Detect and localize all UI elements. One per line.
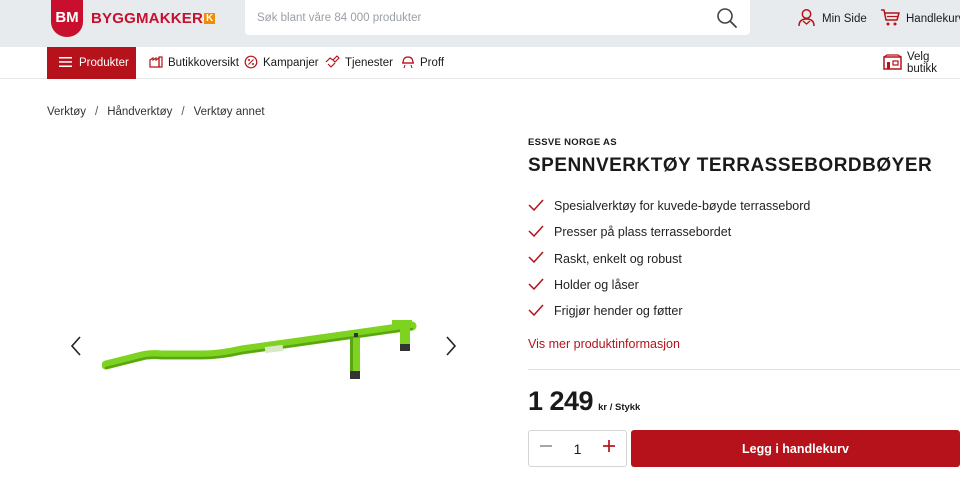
product-gallery [47, 135, 487, 480]
logo-badge: BM [47, 0, 87, 37]
list-item: Presser på plass terrassebordet [528, 219, 810, 245]
feature-text: Raskt, enkelt og robust [554, 251, 682, 266]
breadcrumb-item[interactable]: Håndverktøy [107, 106, 172, 118]
quantity-stepper: 1 [528, 430, 627, 467]
breadcrumb-item[interactable]: Verktøy [47, 106, 86, 118]
minus-icon[interactable] [539, 439, 553, 458]
divider [528, 369, 960, 370]
breadcrumb: Verktøy / Håndverktøy / Verktøy annet [47, 106, 265, 118]
feature-text: Frigjør hender og føtter [554, 304, 683, 319]
products-menu-button[interactable]: Produkter [47, 47, 136, 79]
logo-wordmark: BYGGMAKKER K [91, 10, 216, 27]
list-item: Spesialverktøy for kuvede-bøyde terrasse… [528, 193, 810, 219]
plus-icon[interactable] [602, 439, 616, 458]
more-info-link[interactable]: Vis mer produktinformasjon [528, 337, 680, 351]
campaign-icon [244, 55, 263, 72]
services-icon [325, 55, 345, 71]
chevron-left-icon[interactable] [67, 334, 87, 358]
logo-text: BYGGMAKKER [91, 10, 204, 27]
check-icon [528, 199, 554, 214]
product-title: SPENNVERKTØY TERRASSEBORDBØYER [528, 155, 933, 176]
pro-icon [401, 55, 420, 72]
product-brand[interactable]: ESSVE NORGE AS [528, 137, 617, 148]
nav-item-services[interactable]: Tjenester [325, 47, 393, 79]
product-image [102, 320, 417, 379]
check-icon [528, 251, 554, 266]
select-store-label: Velg butikk [907, 51, 938, 75]
menu-icon [59, 56, 72, 70]
logo-badge-text: BM [55, 9, 78, 26]
logo[interactable]: BM BYGGMAKKER K [47, 0, 216, 37]
breadcrumb-separator: / [94, 106, 99, 118]
nav-item-store-overview[interactable]: Butikkoversikt [149, 47, 239, 79]
feature-text: Spesialverktøy for kuvede-bøyde terrasse… [554, 199, 811, 214]
my-page-label: Min Side [822, 13, 867, 25]
cart-link[interactable]: Handlekurv [880, 8, 960, 30]
add-to-cart-button[interactable]: Legg i handlekurv [631, 430, 960, 467]
search-icon[interactable] [716, 7, 738, 29]
check-icon [528, 304, 554, 319]
store-select-icon [883, 53, 907, 73]
feature-text: Presser på plass terrassebordet [554, 225, 732, 240]
main-nav: Produkter Butikkoversikt Kampanjer Tjene… [0, 47, 960, 79]
select-store-link[interactable]: Velg butikk [883, 47, 960, 79]
check-icon [528, 278, 554, 293]
top-header: BM BYGGMAKKERK Min Side Handlekurv [0, 0, 960, 47]
nav-item-campaigns[interactable]: Kampanjer [244, 47, 319, 79]
breadcrumb-separator: / [181, 106, 185, 118]
price-amount: 1 249 [528, 386, 594, 416]
nav-item-pro[interactable]: Proff [401, 47, 444, 79]
user-icon [797, 8, 822, 30]
search-bar [245, 0, 750, 35]
quantity-value[interactable]: 1 [574, 441, 582, 457]
logo-k-mark: K [204, 13, 216, 24]
check-icon [528, 225, 554, 240]
chevron-right-icon[interactable] [440, 334, 460, 358]
price: 1 249 kr / Stykk [528, 386, 640, 417]
cart-label: Handlekurv [906, 13, 960, 25]
nav-item-label: Butikkoversikt [168, 57, 239, 69]
products-label: Produkter [79, 57, 129, 69]
nav-item-label: Kampanjer [263, 57, 319, 69]
price-unit: kr / Stykk [598, 402, 641, 413]
list-item: Holder og låser [528, 272, 810, 298]
store-icon [149, 55, 168, 71]
my-page-link[interactable]: Min Side [797, 8, 867, 30]
nav-item-label: Tjenester [345, 57, 393, 69]
list-item: Frigjør hender og føtter [528, 298, 810, 324]
feature-list: Spesialverktøy for kuvede-bøyde terrasse… [528, 193, 810, 324]
search-input[interactable] [245, 0, 695, 35]
nav-item-label: Proff [420, 57, 445, 69]
feature-text: Holder og låser [554, 278, 639, 293]
breadcrumb-item[interactable]: Verktøy annet [194, 106, 265, 118]
cart-icon [880, 8, 906, 30]
list-item: Raskt, enkelt og robust [528, 246, 810, 272]
